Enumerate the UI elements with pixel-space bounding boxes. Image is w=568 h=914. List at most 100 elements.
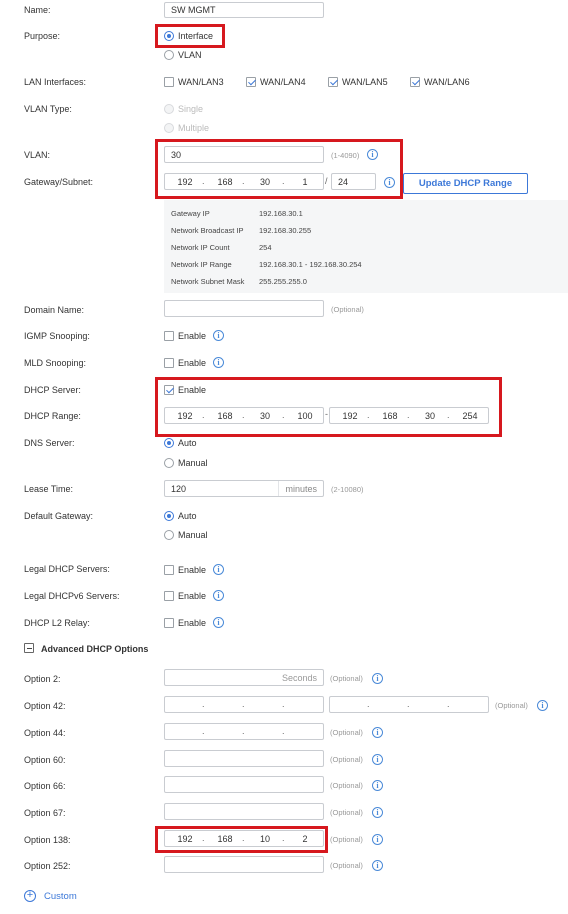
legal-dhcp-enable-label: Enable: [178, 565, 207, 575]
dot: .: [407, 699, 410, 709]
option2-hint: (Optional): [330, 674, 363, 683]
vlan-type-label: VLAN Type:: [24, 104, 72, 114]
advanced-dhcp-title[interactable]: Advanced DHCP Options: [41, 644, 148, 654]
dns-auto-radio[interactable]: [164, 438, 174, 448]
default-gateway-manual-label: Manual: [178, 530, 208, 540]
igmp-snooping-label: IGMP Snooping:: [24, 331, 90, 341]
gateway-octet-3: 30: [259, 176, 270, 187]
default-gateway-manual-radio[interactable]: [164, 530, 174, 540]
option252-input[interactable]: [164, 856, 324, 873]
lan4-label: WAN/LAN4: [260, 77, 306, 87]
name-input[interactable]: SW MGMT: [164, 2, 324, 18]
custom-link[interactable]: Custom: [44, 891, 77, 902]
option42-ip-input-1[interactable]: . . .: [164, 696, 324, 713]
vlan-info-icon[interactable]: i: [367, 149, 378, 160]
igmp-snooping-checkbox[interactable]: [164, 331, 174, 341]
lease-time-input[interactable]: 120 minutes: [164, 480, 324, 497]
range-dash: -: [325, 409, 328, 419]
update-dhcp-range-button[interactable]: Update DHCP Range: [403, 173, 528, 194]
default-gateway-auto-label: Auto: [178, 511, 197, 521]
lan5-checkbox[interactable]: [328, 77, 338, 87]
option67-info-icon[interactable]: i: [372, 807, 383, 818]
info-key: Network Subnet Mask: [171, 277, 245, 286]
range-end-octet-3: 30: [424, 410, 435, 421]
option60-info-icon[interactable]: i: [372, 754, 383, 765]
dns-server-label: DNS Server:: [24, 438, 75, 448]
purpose-vlan-label: VLAN: [178, 50, 202, 60]
dns-auto-label: Auto: [178, 438, 197, 448]
vlan-input[interactable]: 30: [164, 146, 324, 163]
option60-hint: (Optional): [330, 755, 363, 764]
option67-input[interactable]: [164, 803, 324, 820]
collapse-icon[interactable]: [24, 643, 34, 653]
option66-label: Option 66:: [24, 781, 66, 791]
info-value: 254: [259, 243, 272, 252]
lan3-checkbox[interactable]: [164, 77, 174, 87]
add-circle-icon[interactable]: +: [24, 890, 36, 902]
option44-ip-input[interactable]: . . .: [164, 723, 324, 740]
domain-name-label: Domain Name:: [24, 305, 85, 315]
range-start-octet-2: 168: [217, 410, 233, 421]
dot: .: [242, 726, 245, 736]
dot: .: [242, 699, 245, 709]
option138-label: Option 138:: [24, 835, 71, 845]
gateway-info-icon[interactable]: i: [384, 177, 395, 188]
option138-info-icon[interactable]: i: [372, 834, 383, 845]
info-value: 192.168.30.1: [259, 209, 303, 218]
option67-hint: (Optional): [330, 808, 363, 817]
vlan-type-multiple-radio[interactable]: [164, 123, 174, 133]
dns-manual-radio[interactable]: [164, 458, 174, 468]
option252-label: Option 252:: [24, 861, 71, 871]
option138-hint: (Optional): [330, 835, 363, 844]
default-gateway-auto-radio[interactable]: [164, 511, 174, 521]
option252-hint: (Optional): [330, 861, 363, 870]
range-start-octet-4: 100: [297, 410, 313, 421]
subnet-mask-input[interactable]: 24: [331, 173, 376, 190]
dot: .: [367, 699, 370, 709]
purpose-vlan-radio[interactable]: [164, 50, 174, 60]
option252-info-icon[interactable]: i: [372, 860, 383, 871]
igmp-enable-label: Enable: [178, 331, 207, 341]
gateway-ip-input[interactable]: 192 . 168 . 30 . 1: [164, 173, 324, 190]
dhcp-l2-relay-info-icon[interactable]: i: [213, 617, 224, 628]
lan4-checkbox[interactable]: [246, 77, 256, 87]
legal-dhcp-info-icon[interactable]: i: [213, 564, 224, 575]
option66-input[interactable]: [164, 776, 324, 793]
option42-ip-input-2[interactable]: . . .: [329, 696, 489, 713]
igmp-info-icon[interactable]: i: [213, 330, 224, 341]
lease-time-label: Lease Time:: [24, 484, 74, 494]
dns-manual-label: Manual: [178, 458, 208, 468]
dhcp-server-checkbox[interactable]: [164, 385, 174, 395]
option138-octet-1: 192: [177, 833, 193, 844]
lan6-checkbox[interactable]: [410, 77, 420, 87]
dhcp-l2-relay-checkbox[interactable]: [164, 618, 174, 628]
info-key: Gateway IP: [171, 209, 210, 218]
legal-dhcpv6-info-icon[interactable]: i: [213, 590, 224, 601]
option44-hint: (Optional): [330, 728, 363, 737]
legal-dhcpv6-servers-checkbox[interactable]: [164, 591, 174, 601]
option42-info-icon[interactable]: i: [537, 700, 548, 711]
mld-snooping-checkbox[interactable]: [164, 358, 174, 368]
option138-octet-2: 168: [217, 833, 233, 844]
dhcp-range-start-input[interactable]: 192 . 168 . 30 . 100: [164, 407, 324, 424]
vlan-type-single-radio[interactable]: [164, 104, 174, 114]
option44-info-icon[interactable]: i: [372, 727, 383, 738]
lease-time-hint: (2-10080): [331, 485, 364, 494]
domain-name-input[interactable]: [164, 300, 324, 317]
purpose-interface-radio[interactable]: [164, 31, 174, 41]
option66-info-icon[interactable]: i: [372, 780, 383, 791]
option60-input[interactable]: [164, 750, 324, 767]
option2-input[interactable]: Seconds: [164, 669, 324, 686]
legal-dhcpv6-servers-label: Legal DHCPv6 Servers:: [24, 591, 120, 601]
mld-info-icon[interactable]: i: [213, 357, 224, 368]
legal-dhcp-servers-checkbox[interactable]: [164, 565, 174, 575]
dhcp-range-end-input[interactable]: 192 . 168 . 30 . 254: [329, 407, 489, 424]
option67-label: Option 67:: [24, 808, 66, 818]
option2-info-icon[interactable]: i: [372, 673, 383, 684]
gateway-octet-2: 168: [217, 176, 233, 187]
gateway-subnet-label: Gateway/Subnet:: [24, 177, 94, 187]
option138-ip-input[interactable]: 192 . 168 . 10 . 2: [164, 830, 324, 847]
purpose-interface-label: Interface: [178, 31, 214, 41]
dhcp-l2-relay-label: DHCP L2 Relay:: [24, 618, 90, 628]
dhcp-server-enable-label: Enable: [178, 385, 207, 395]
